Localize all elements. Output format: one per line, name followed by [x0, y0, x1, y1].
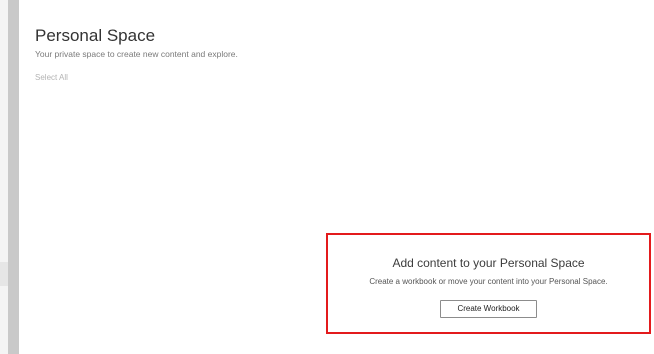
empty-state-title: Add content to your Personal Space	[392, 256, 585, 270]
create-workbook-button[interactable]: Create Workbook	[440, 300, 537, 318]
main-content: Personal Space Your private space to cre…	[35, 26, 654, 85]
empty-state-panel: Add content to your Personal Space Creat…	[326, 233, 651, 334]
left-edge-notch	[0, 262, 8, 286]
left-edge-strip	[0, 0, 8, 354]
side-panel-scrollbar[interactable]	[8, 0, 19, 354]
personal-space-page: Personal Space Your private space to cre…	[0, 0, 654, 354]
page-title: Personal Space	[35, 26, 156, 45]
select-all-link[interactable]: Select All	[35, 73, 68, 83]
page-subtitle: Your private space to create new content…	[35, 49, 238, 59]
empty-state-description: Create a workbook or move your content i…	[369, 277, 608, 286]
